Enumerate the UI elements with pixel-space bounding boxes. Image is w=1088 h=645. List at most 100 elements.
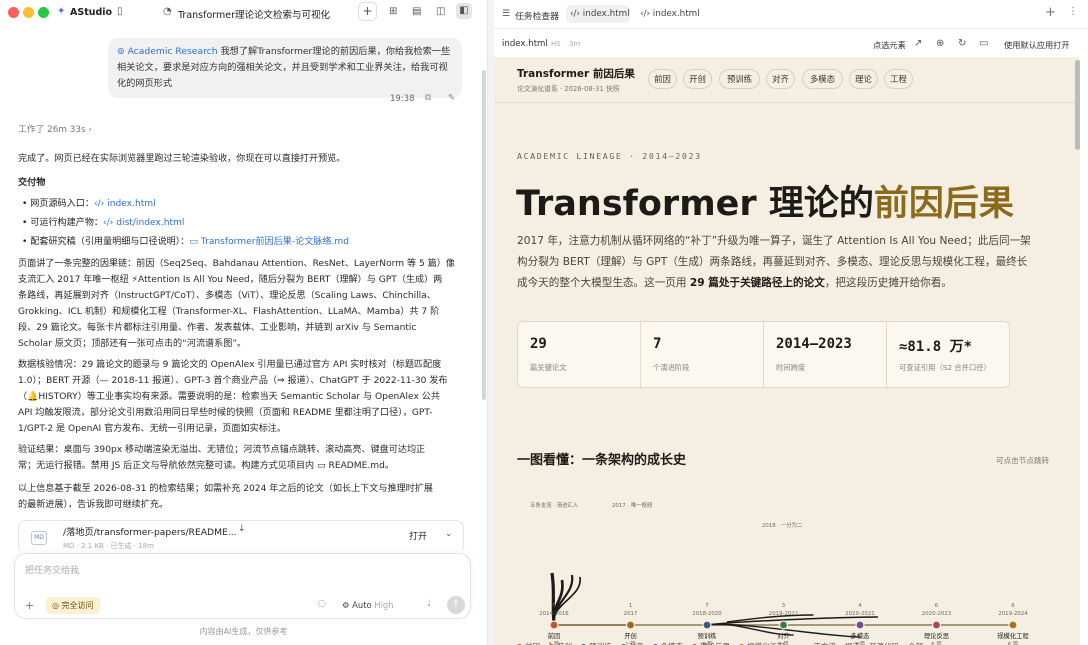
nav-pill-pretraining[interactable]: 预训练 xyxy=(719,69,760,89)
node-years: 2020-2023 xyxy=(922,611,951,617)
link-text: dist/index.html xyxy=(116,218,185,228)
para-line: 以上信息基于截至 2026-08-31 的检索结果；如需补充 2024 年之后的… xyxy=(18,484,433,494)
para-line: 条路线，再延展到对齐（InstructGPT/CoT）、多模态（ViT）、理论反… xyxy=(18,291,436,301)
node-years: 2019-2024 xyxy=(998,611,1028,617)
river-node-7[interactable]: 6 2019-2024 规模化工程6 篇 xyxy=(997,603,1029,645)
nav-pill-theory[interactable]: 理论 xyxy=(849,69,878,89)
nav-pill-alignment[interactable]: 对齐 xyxy=(766,69,795,89)
task-input[interactable]: 把任务交给我 xyxy=(25,563,79,576)
panel-bottom-icon[interactable]: ▤ xyxy=(412,6,421,17)
download-icon[interactable]: ↓ xyxy=(238,524,246,534)
rendered-page[interactable]: Transformer 前因后果 论文演化谱系 · 2026-08-31 快照 … xyxy=(494,57,1080,645)
attach-plus-icon[interactable]: + xyxy=(25,599,34,612)
reply-intro: 完成了。网页已经在实际浏览器里跑过三轮渲染验收，你现在可以直接打开预览。 xyxy=(18,154,346,164)
app-window: ✦ AStudio ▯ ◔ Transformer理论论文检索与可视化 + ⊞ … xyxy=(0,0,1088,645)
close-window-button[interactable] xyxy=(8,7,19,18)
preview-scrollbar[interactable] xyxy=(1075,60,1080,645)
chevron-down-icon[interactable]: ⌄ xyxy=(445,529,453,539)
node-count: 1 xyxy=(629,603,632,609)
message-time: 19:38 xyxy=(390,94,415,104)
river-note: 五条支流 · 渐进汇入 xyxy=(530,501,579,509)
node-name: 多模态 xyxy=(851,631,871,640)
pick-element-button[interactable]: 点选元素 xyxy=(873,39,906,51)
deliverable-link[interactable]: ▭ Transformer前因后果-论文脉络.md xyxy=(189,237,349,247)
loading-spinner-icon: ◌ xyxy=(318,599,326,609)
nav-pill-multimodal[interactable]: 多模态 xyxy=(802,69,843,89)
page-eyebrow: ACADEMIC LINEAGE · 2014—2023 xyxy=(517,151,702,161)
worked-duration[interactable]: 工作了 26m 33s › xyxy=(18,122,464,138)
node-dot[interactable] xyxy=(855,620,865,630)
stat-value: 29 xyxy=(530,336,547,352)
node-count: 5 xyxy=(552,603,555,609)
node-papers: 6 篇 xyxy=(931,640,942,645)
tab-index-2[interactable]: ‹/› index.html xyxy=(640,9,700,19)
node-count: 7 xyxy=(705,603,708,609)
minimize-window-button[interactable] xyxy=(23,7,34,18)
node-dot[interactable] xyxy=(702,620,712,630)
river-notes: 五条支流 · 渐进汇入 2017 · 唯一枢纽 2018 · 一分为二 xyxy=(530,501,803,529)
astudio-logo-icon: ✦ xyxy=(57,6,66,17)
sidebar-toggle-icon[interactable]: ▯ xyxy=(117,6,123,17)
mode-selector[interactable]: ⚙ Auto High xyxy=(342,600,394,610)
stat-label: 可查证引用（S2 合并口径） xyxy=(899,363,991,372)
tag-label: Academic Research xyxy=(127,46,218,57)
link-text: Transformer前因后果-论文脉络.md xyxy=(200,237,350,247)
zoom-window-button[interactable] xyxy=(38,7,49,18)
share-icon[interactable]: ↗ xyxy=(914,38,922,49)
deliverable-item: • 可运行构建产物：‹/› dist/index.html xyxy=(22,218,185,228)
node-dot[interactable] xyxy=(778,620,789,630)
node-dot[interactable] xyxy=(1008,620,1018,630)
deliverable-link[interactable]: ‹/› dist/index.html xyxy=(103,218,184,228)
full-access-toggle[interactable]: ◎ 完全访问 xyxy=(46,597,100,614)
para-line: 常；无运行报错。禁用 JS 后正文与导航依然完整可读。构建方式见项目内 ▭ RE… xyxy=(18,461,395,471)
new-task-button[interactable]: + xyxy=(358,2,377,21)
refresh-icon[interactable]: ↻ xyxy=(958,38,966,49)
river-node-5[interactable]: 42020-2021多模态2 篇 xyxy=(845,603,874,645)
edit-icon[interactable]: ✎ xyxy=(448,93,455,103)
window-title: Transformer理论论文检索与可视化 xyxy=(178,10,331,21)
microphone-icon[interactable]: ♩ xyxy=(427,599,431,609)
deliverable-label: 网页源码入口： xyxy=(30,199,94,209)
folder-icon[interactable]: ▭ xyxy=(979,38,988,49)
river-node-2[interactable]: 12017开创1 篇 xyxy=(624,603,638,645)
nav-pill-causes[interactable]: 前因 xyxy=(648,69,677,89)
panel-split-icon[interactable]: ◫ xyxy=(436,6,445,17)
node-dot[interactable] xyxy=(549,620,559,630)
node-dot[interactable] xyxy=(625,620,636,630)
send-button[interactable]: ↑ xyxy=(447,596,465,614)
node-name: 理论反思 xyxy=(924,631,949,640)
chat-bubble-icon: ◔ xyxy=(163,6,172,17)
pane-divider[interactable] xyxy=(487,0,494,645)
academic-research-tag[interactable]: ⊚ Academic Research xyxy=(117,46,218,57)
scroll-thumb[interactable] xyxy=(1075,60,1080,150)
new-tab-button[interactable]: + xyxy=(1045,5,1056,20)
tab-inspector[interactable]: 任务检查器 xyxy=(515,9,559,22)
globe-icon[interactable]: ⊕ xyxy=(936,38,944,49)
nav-pill-engineering[interactable]: 工程 xyxy=(884,69,913,89)
mode-label: Auto xyxy=(352,600,372,610)
open-default-app-button[interactable]: 使用默认应用打开 xyxy=(1004,39,1070,51)
page-brand[interactable]: Transformer 前因后果 xyxy=(517,66,635,81)
chat-scrollbar[interactable] xyxy=(482,70,486,400)
node-dot[interactable] xyxy=(931,620,942,630)
tab-index-1[interactable]: ‹/› index.html xyxy=(570,9,630,19)
copy-icon[interactable]: ⧉ xyxy=(425,93,431,103)
readme-file-card[interactable]: MD /落地页/transformer-papers/README... ↓ M… xyxy=(18,520,464,550)
file-path: /落地页/transformer-papers/README... xyxy=(63,527,237,538)
app-name: AStudio xyxy=(70,7,113,18)
river-section-hint: 可点击节点跳转 xyxy=(996,456,1050,465)
river-legend: 前因开创预训练对齐多模态理论反思规模化工程正文流报道开源代码全部 xyxy=(517,641,932,645)
panel-right-icon[interactable]: ◧ xyxy=(456,3,472,19)
deliverable-link[interactable]: ‹/› index.html xyxy=(94,199,156,209)
stat-value: 2014—2023 xyxy=(776,336,852,352)
page-nav: Transformer 前因后果 论文演化谱系 · 2026-08-31 快照 … xyxy=(494,57,1080,103)
nav-pill-founding[interactable]: 开创 xyxy=(683,69,712,89)
more-options-icon[interactable]: ⋮ xyxy=(1068,6,1078,17)
layout-grid-icon[interactable]: ⊞ xyxy=(389,6,397,17)
river-node-4[interactable]: 32019-2022对齐2 篇 xyxy=(769,603,798,645)
river-lineage-diagram: 五条支流 · 渐进汇入 2017 · 唯一枢纽 2018 · 一分为二 5 201… xyxy=(530,501,1029,645)
stat-label: 个演进阶段 xyxy=(653,363,690,372)
chat-scroll[interactable]: ⊚ Academic Research 我想了解Transformer理论的前因… xyxy=(0,30,487,550)
open-file-button[interactable]: 打开 xyxy=(409,529,427,542)
river-node-6[interactable]: 6 2020-2023 理论反思6 篇 xyxy=(922,603,951,645)
